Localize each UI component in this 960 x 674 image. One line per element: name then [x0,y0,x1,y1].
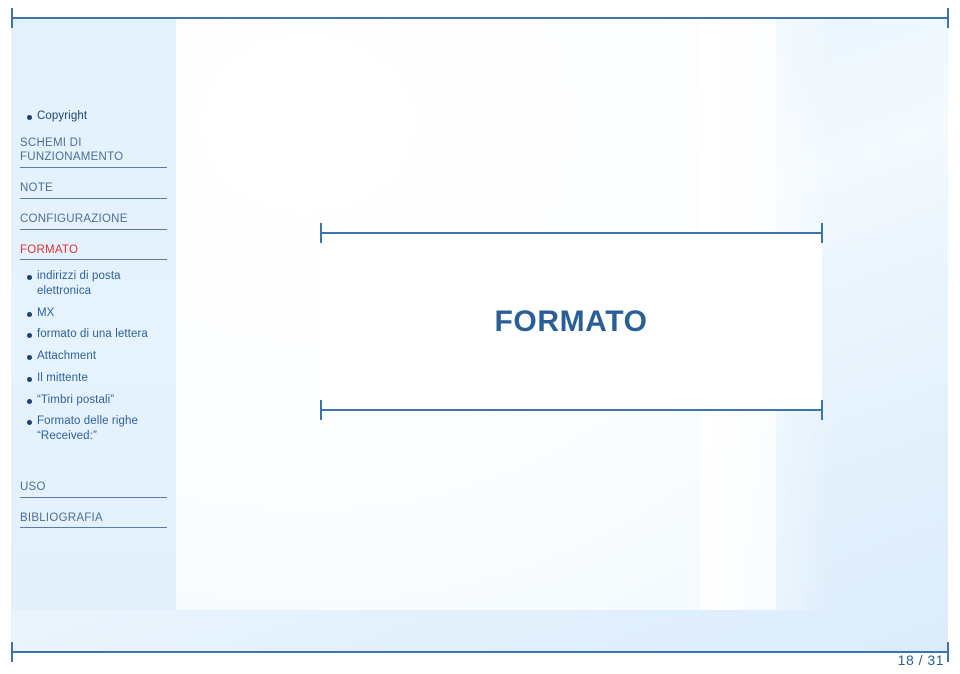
bullet-dot-icon [27,398,32,404]
bullet-dot-icon [27,333,32,339]
crop-mark-plus-icon [320,223,322,243]
page-number: 18 / 31 [897,652,944,668]
crop-mark-plus-icon [821,400,823,420]
sidebar-section-uso[interactable]: USO [20,480,167,498]
crop-mark-plus-icon [320,400,322,420]
sidebar-section-configurazione[interactable]: CONFIGURAZIONE [20,212,167,230]
sidebar-section-bibliografia[interactable]: BIBLIOGRAFIA [20,511,167,529]
sidebar-subitem-label: Formato delle righe “Received:” [37,415,138,443]
crop-mark-plus-icon [947,8,949,28]
crop-rule-top [11,17,948,19]
content-rule-bottom [320,409,822,411]
sidebar-subitem-label: “Timbri postali” [37,393,115,406]
crop-rule-bottom [11,651,948,653]
list-item[interactable]: “Timbri postali” [20,393,167,408]
list-item[interactable]: formato di una lettera [20,327,167,342]
sidebar-subitem-label: Il mittente [37,371,88,384]
sidebar-section-note[interactable]: NOTE [20,181,167,199]
slide-root: Copyright SCHEMI DI FUNZIONAMENTO NOTE C… [0,0,960,674]
bullet-dot-icon [27,376,32,382]
crop-mark-plus-icon [11,642,13,662]
page-title: FORMATO [494,304,648,338]
bullet-dot-icon [27,420,32,426]
sidebar-formato-sublist: indirizzi di posta elettronica MX format… [20,269,167,443]
sidebar-subitem-label: indirizzi di posta elettronica [37,270,121,298]
sidebar-toc: Copyright SCHEMI DI FUNZIONAMENTO NOTE C… [11,17,176,610]
sidebar-section-formato[interactable]: FORMATO [20,243,167,261]
sidebar-item-label: Copyright [37,110,88,122]
crop-mark-plus-icon [947,642,949,662]
crop-mark-plus-icon [821,223,823,243]
sidebar-subitem-label: Attachment [37,350,97,363]
sidebar-subitem-label: formato di una lettera [37,328,148,341]
bullet-dot-icon [27,311,32,317]
list-item[interactable]: Attachment [20,349,167,364]
list-item[interactable]: Formato delle righe “Received:” [20,414,167,443]
sidebar-item-copyright[interactable]: Copyright [20,109,167,124]
crop-mark-plus-icon [11,8,13,28]
list-item[interactable]: Il mittente [20,371,167,386]
bullet-dot-icon [27,115,32,120]
bullet-dot-icon [27,275,32,281]
list-item[interactable]: MX [20,306,167,321]
bullet-dot-icon [27,355,32,361]
sidebar-section-schemi[interactable]: SCHEMI DI FUNZIONAMENTO [20,136,167,169]
sidebar-subitem-label: MX [37,306,55,319]
content-rule-top [320,232,822,234]
list-item[interactable]: indirizzi di posta elettronica [20,269,167,298]
